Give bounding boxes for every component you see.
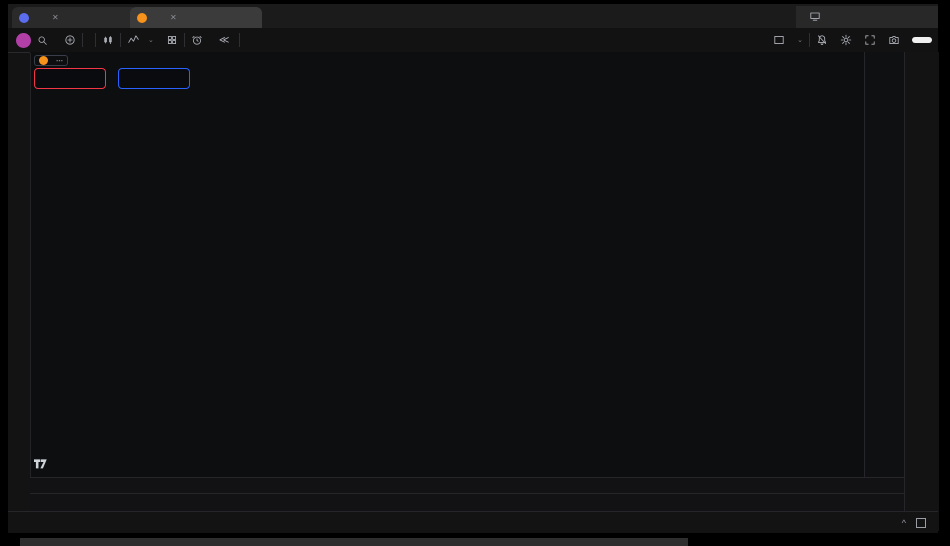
indicator-templates-button[interactable]	[160, 28, 184, 52]
indicators-button[interactable]: ⌄	[121, 28, 160, 52]
gear-icon	[840, 34, 852, 46]
fullscreen-icon	[865, 35, 875, 45]
indicators-icon	[128, 35, 139, 43]
close-tab-icon[interactable]: ✕	[170, 13, 177, 22]
avatar[interactable]	[16, 32, 31, 48]
layout-box-icon	[774, 35, 784, 45]
interval-button[interactable]	[83, 28, 95, 52]
undo-button[interactable]	[240, 28, 252, 52]
right-sidebar	[904, 52, 939, 531]
more-icon[interactable]: ⋯	[56, 57, 63, 65]
sell-button[interactable]	[34, 68, 106, 89]
symbol-search[interactable]	[31, 28, 58, 52]
search-icon	[38, 36, 47, 45]
fullscreen-button[interactable]	[858, 28, 882, 52]
symbol-title-box[interactable]: ⋯	[34, 55, 68, 66]
replay-icon: ≪	[218, 34, 230, 46]
chevron-down-icon: ⌄	[148, 37, 154, 44]
btc-icon	[39, 56, 48, 65]
chevron-down-icon: ⌄	[797, 37, 803, 44]
price-axis[interactable]	[864, 52, 905, 477]
chart-plot-area[interactable]	[30, 52, 864, 477]
eth-favicon	[19, 12, 29, 23]
publish-button[interactable]	[912, 37, 932, 43]
window-controls	[796, 6, 938, 28]
close-tab-icon[interactable]: ✕	[52, 13, 59, 22]
taskbar-sliver	[20, 538, 688, 546]
camera-icon	[889, 35, 899, 45]
alert-manager-button[interactable]	[810, 28, 834, 52]
alarm-clock-icon	[192, 35, 202, 45]
tab-btcusd[interactable]: ✕	[130, 7, 262, 28]
tradingview-logo[interactable]	[34, 458, 53, 471]
candles-icon	[104, 35, 112, 45]
chart-style-button[interactable]	[96, 28, 120, 52]
bottom-panel-tabs: ^	[8, 511, 938, 533]
cast-icon[interactable]	[802, 10, 828, 24]
symbol-legend: ⋯	[34, 55, 78, 66]
alert-button[interactable]	[185, 28, 213, 52]
layout-name-button[interactable]: ⌄	[791, 28, 809, 52]
date-range-row	[30, 493, 904, 512]
collapse-panel-icon[interactable]: ^	[902, 518, 906, 528]
restore-panel-icon[interactable]	[916, 517, 926, 528]
snapshot-button[interactable]	[882, 28, 906, 52]
grid-layout-icon	[167, 35, 176, 45]
new-tab-button[interactable]	[256, 7, 282, 28]
settings-button[interactable]	[834, 28, 858, 52]
redo-button[interactable]	[252, 28, 258, 52]
time-axis[interactable]	[30, 477, 904, 494]
tradingview-logo-icon	[34, 459, 47, 469]
layout-button[interactable]	[767, 28, 791, 52]
replay-button[interactable]: ≪	[213, 28, 239, 52]
tab-ethusdt[interactable]: ✕	[12, 7, 138, 28]
main-toolbar: ⌄ ≪ ⌄	[8, 28, 938, 53]
buy-button[interactable]	[118, 68, 190, 89]
btc-favicon	[137, 12, 147, 23]
plus-circle-icon	[65, 35, 75, 45]
compare-button[interactable]	[58, 28, 82, 52]
buy-sell-pills	[34, 68, 190, 89]
browser-tab-strip: ✕ ✕	[8, 4, 938, 28]
bell-slash-icon	[817, 35, 827, 45]
tradingview-window: { "window": { "tabs": [ {"symbol":"ETHUS…	[0, 0, 950, 546]
drawing-toolbar	[8, 53, 31, 479]
